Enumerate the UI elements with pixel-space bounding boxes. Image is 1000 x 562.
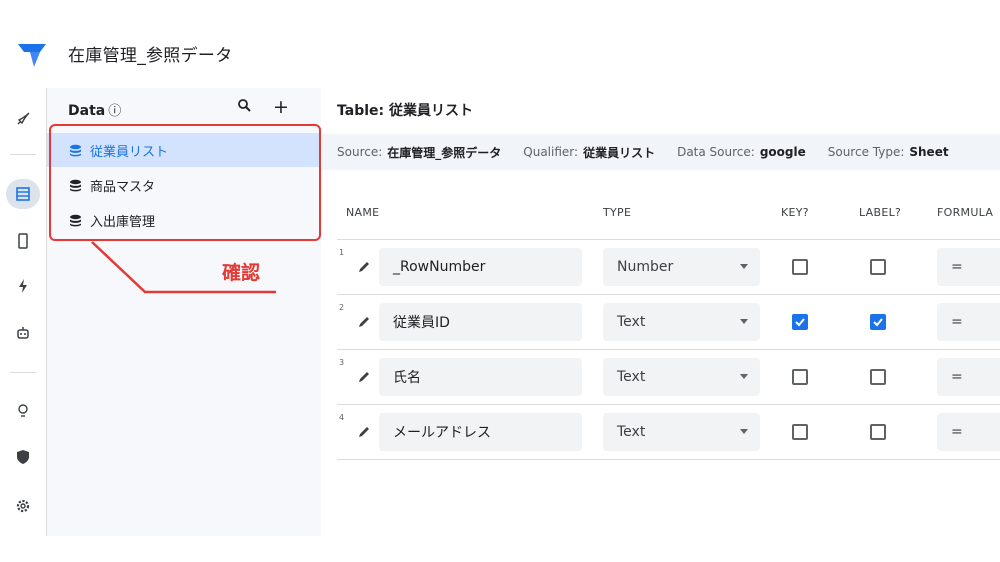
row-number: 1 — [339, 248, 345, 257]
column-type-select[interactable]: Text — [603, 303, 760, 341]
info-icon[interactable]: ⓘ — [108, 104, 121, 119]
column-type-select[interactable]: Number — [603, 248, 760, 286]
app-title: 在庫管理_参照データ — [68, 46, 233, 66]
column-header-label: LABEL? — [859, 206, 902, 219]
row-number: 4 — [339, 413, 345, 422]
column-header-formula: FORMULA — [937, 206, 994, 219]
qualifier-label: Qualifier: — [523, 145, 579, 159]
rail-divider — [10, 372, 36, 373]
table-editor: Table: 従業員リスト Source: 在庫管理_参照データ Qualifi… — [322, 88, 1000, 562]
formula-field[interactable]: = — [937, 358, 1000, 396]
add-table-button[interactable]: + — [273, 96, 289, 118]
shield-icon[interactable] — [6, 442, 40, 472]
check-icon — [873, 318, 883, 327]
key-checkbox[interactable] — [792, 424, 808, 440]
chevron-down-icon — [740, 319, 748, 324]
data-source-value: google — [759, 145, 806, 159]
label-checkbox[interactable] — [870, 314, 886, 330]
chevron-down-icon — [740, 429, 748, 434]
top-bar: 在庫管理_参照データ — [0, 0, 1000, 88]
rail-divider — [10, 154, 36, 155]
formula-field[interactable]: = — [937, 303, 1000, 341]
type-value: Number — [617, 259, 674, 275]
row-divider — [337, 349, 1000, 350]
data-heading-label: Data — [68, 103, 106, 119]
column-type-select[interactable]: Text — [603, 358, 760, 396]
gear-icon[interactable] — [6, 491, 40, 521]
label-checkbox[interactable] — [870, 259, 886, 275]
source-bar: Source: 在庫管理_参照データ Qualifier: 従業員リスト Dat… — [322, 134, 1000, 170]
pencil-icon[interactable] — [356, 259, 372, 275]
phone-icon[interactable] — [6, 226, 40, 256]
source-type-label: Source Type: — [827, 145, 905, 159]
check-icon — [795, 318, 805, 327]
annotation-label: 確認 — [222, 262, 261, 284]
row-number: 2 — [339, 303, 345, 312]
row-divider — [337, 459, 1000, 460]
source-label: Source: — [337, 145, 383, 159]
label-checkbox[interactable] — [870, 369, 886, 385]
column-header-name: NAME — [346, 206, 380, 219]
header-divider — [337, 239, 1000, 240]
data-heading: Data ⓘ — [68, 100, 121, 119]
chevron-down-icon — [740, 264, 748, 269]
data-source-label: Data Source: — [677, 145, 755, 159]
table-title: Table: 従業員リスト — [337, 103, 473, 119]
chevron-down-icon — [740, 374, 748, 379]
row-divider — [337, 294, 1000, 295]
column-type-select[interactable]: Text — [603, 413, 760, 451]
appsheet-logo-icon[interactable] — [16, 38, 48, 70]
pencil-icon[interactable] — [356, 369, 372, 385]
column-header-type: TYPE — [603, 206, 632, 219]
bolt-icon[interactable] — [6, 271, 40, 301]
column-name-field[interactable]: メールアドレス — [379, 413, 582, 451]
pencil-icon[interactable] — [356, 424, 372, 440]
formula-field[interactable]: = — [937, 413, 1000, 451]
label-checkbox[interactable] — [870, 424, 886, 440]
type-value: Text — [617, 314, 646, 330]
column-name-field[interactable]: _RowNumber — [379, 248, 582, 286]
type-value: Text — [617, 424, 646, 440]
pencil-icon[interactable] — [356, 314, 372, 330]
bot-icon[interactable] — [6, 318, 40, 348]
column-name-field[interactable]: 氏名 — [379, 358, 582, 396]
row-divider — [337, 404, 1000, 405]
source-type-value: Sheet — [909, 145, 949, 159]
row-number: 3 — [339, 358, 345, 367]
search-icon[interactable] — [237, 98, 252, 117]
annotation-highlight-box — [49, 124, 321, 241]
formula-field[interactable]: = — [937, 248, 1000, 286]
rocket-icon[interactable] — [6, 104, 40, 134]
qualifier-value: 従業員リスト — [583, 145, 656, 160]
data-icon[interactable] — [6, 179, 40, 209]
column-header-key: KEY? — [781, 206, 809, 219]
lightbulb-icon[interactable] — [6, 396, 40, 426]
key-checkbox[interactable] — [792, 314, 808, 330]
nav-rail — [0, 88, 47, 536]
key-checkbox[interactable] — [792, 369, 808, 385]
column-name-field[interactable]: 従業員ID — [379, 303, 582, 341]
source-value[interactable]: 在庫管理_参照データ — [387, 144, 501, 161]
type-value: Text — [617, 369, 646, 385]
key-checkbox[interactable] — [792, 259, 808, 275]
